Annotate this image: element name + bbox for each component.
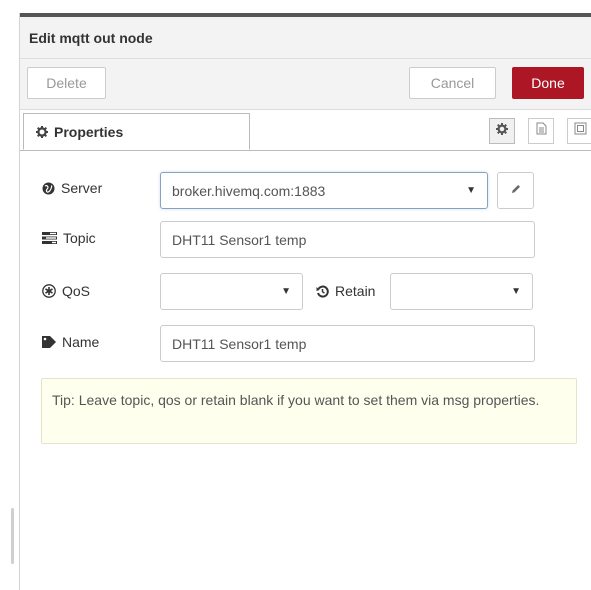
cancel-button[interactable]: Cancel bbox=[409, 67, 496, 99]
topic-label: Topic bbox=[63, 230, 96, 246]
chevron-down-icon: ▼ bbox=[466, 185, 476, 196]
layout-icon bbox=[574, 122, 587, 140]
topic-input[interactable]: DHT11 Sensor1 temp bbox=[160, 221, 535, 258]
globe-icon bbox=[42, 182, 55, 195]
description-tab-button[interactable] bbox=[528, 118, 554, 144]
name-label: Name bbox=[62, 334, 100, 350]
server-select[interactable]: broker.hivemq.com:1883 ▼ bbox=[160, 172, 488, 209]
retain-select[interactable]: ▼ bbox=[390, 273, 533, 310]
name-row-label: Name bbox=[42, 334, 99, 350]
retain-row-label: Retain bbox=[316, 283, 375, 299]
tray-title: Edit mqtt out node bbox=[29, 30, 153, 46]
appearance-tab-button[interactable] bbox=[567, 118, 591, 144]
tasks-icon bbox=[42, 232, 57, 244]
tray-toolbar: Delete Cancel Done bbox=[20, 59, 591, 110]
node-properties-tab-button[interactable] bbox=[489, 118, 515, 144]
chevron-down-icon: ▼ bbox=[511, 286, 521, 297]
server-value: broker.hivemq.com:1883 bbox=[172, 182, 326, 199]
tab-properties[interactable]: Properties bbox=[23, 113, 250, 150]
tip-box: Tip: Leave topic, qos or retain blank if… bbox=[41, 378, 577, 444]
asterisk-circle-icon bbox=[42, 284, 56, 298]
gear-icon bbox=[496, 122, 508, 140]
pencil-icon bbox=[510, 182, 522, 200]
document-icon bbox=[536, 122, 547, 140]
qos-select[interactable]: ▼ bbox=[160, 273, 303, 310]
tray-header: Edit mqtt out node bbox=[20, 17, 591, 59]
qos-row-label: QoS bbox=[42, 283, 90, 299]
server-row-label: Server bbox=[42, 180, 102, 196]
topic-row-label: Topic bbox=[42, 230, 96, 246]
name-input[interactable]: DHT11 Sensor1 temp bbox=[160, 325, 535, 362]
tab-bar: Properties bbox=[20, 110, 591, 151]
chevron-down-icon: ▼ bbox=[281, 286, 291, 297]
tag-icon bbox=[42, 336, 56, 348]
edit-server-button[interactable] bbox=[497, 172, 534, 209]
history-icon bbox=[316, 285, 329, 298]
retain-label: Retain bbox=[335, 283, 376, 299]
tab-properties-label: Properties bbox=[54, 123, 124, 140]
done-button[interactable]: Done bbox=[512, 67, 584, 99]
topic-value: DHT11 Sensor1 temp bbox=[172, 231, 307, 248]
qos-label: QoS bbox=[62, 283, 91, 299]
server-label: Server bbox=[61, 180, 103, 196]
resize-handle[interactable] bbox=[11, 508, 14, 564]
delete-button[interactable]: Delete bbox=[27, 67, 106, 99]
name-value: DHT11 Sensor1 temp bbox=[172, 335, 307, 352]
gear-icon bbox=[36, 125, 48, 138]
